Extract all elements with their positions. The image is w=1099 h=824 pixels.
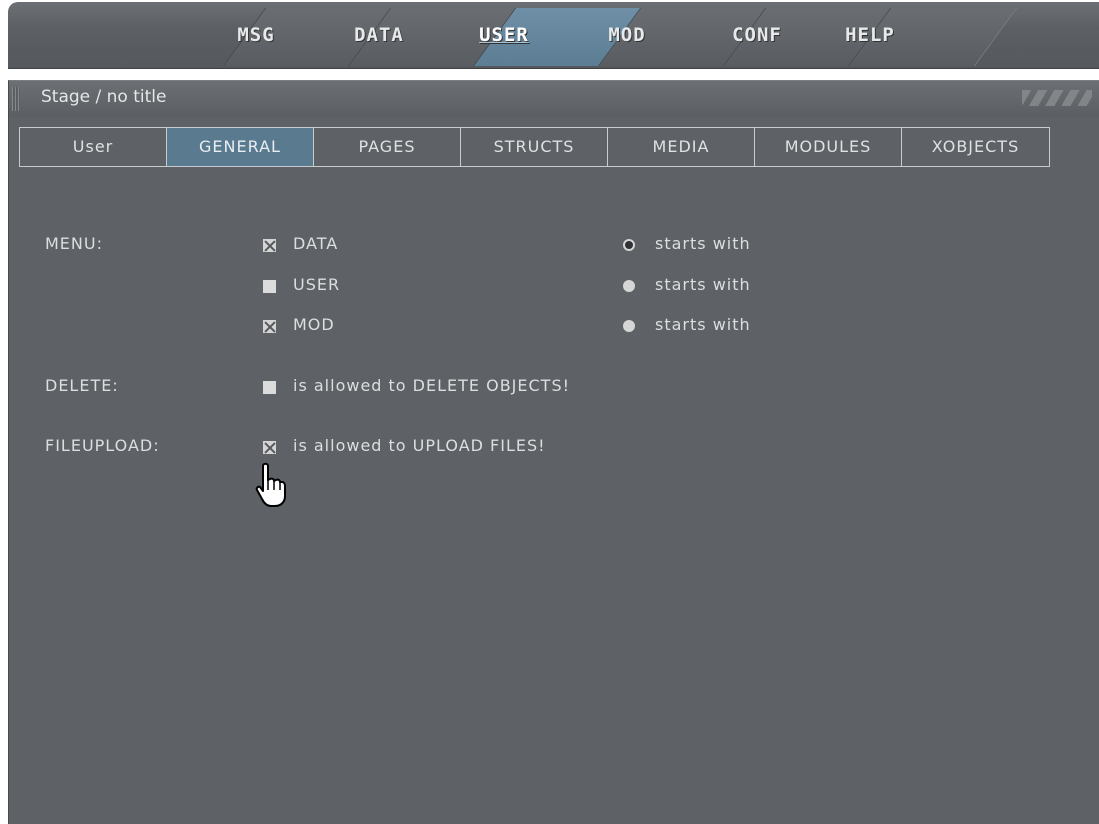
menu-data-checkbox[interactable] (263, 239, 276, 252)
stripes-decoration-icon (1022, 90, 1092, 106)
menu-mod-label: MOD (293, 315, 335, 334)
tab-general[interactable]: GENERAL (167, 128, 314, 166)
top-tab-msg[interactable]: MSG (201, 20, 311, 50)
stage-header: Stage / no title (9, 81, 1099, 117)
stage-panel: Stage / no title User GENERAL PAGES STRU… (8, 80, 1099, 824)
sub-tabs: User GENERAL PAGES STRUCTS MEDIA MODULES… (19, 127, 1050, 167)
top-tab-conf[interactable]: CONF (702, 20, 812, 50)
menu-mod-checkbox[interactable] (263, 320, 276, 333)
fileupload-checkbox[interactable] (263, 441, 276, 454)
tab-pages[interactable]: PAGES (314, 128, 461, 166)
menu-mod-radio[interactable] (623, 320, 635, 332)
menu-user-label: USER (293, 275, 341, 294)
tab-modules[interactable]: MODULES (755, 128, 902, 166)
delete-option-label: is allowed to DELETE OBJECTS! (293, 376, 571, 395)
menu-user-radio[interactable] (623, 280, 635, 292)
stage-title: Stage / no title (41, 87, 167, 107)
menu-data-label: DATA (293, 234, 339, 253)
menu-user-radio-label: starts with (655, 275, 751, 294)
fileupload-label: FILEUPLOAD: (45, 436, 160, 455)
fileupload-option-label: is allowed to UPLOAD FILES! (293, 436, 546, 455)
top-tab-mod[interactable]: MOD (572, 20, 682, 50)
menu-data-radio[interactable] (623, 239, 635, 251)
tab-xobjects[interactable]: XOBJECTS (902, 128, 1049, 166)
top-tab-data[interactable]: DATA (324, 20, 434, 50)
menu-data-radio-label: starts with (655, 234, 751, 253)
menu-label: MENU: (45, 234, 103, 253)
top-nav-bar: MSG DATA USER MOD CONF HELP (8, 2, 1099, 69)
menu-user-checkbox[interactable] (263, 280, 276, 293)
tab-user[interactable]: User (20, 128, 167, 166)
top-tab-help[interactable]: HELP (815, 20, 925, 50)
menu-mod-radio-label: starts with (655, 315, 751, 334)
delete-checkbox[interactable] (263, 381, 276, 394)
hand-pointer-icon (255, 462, 286, 507)
top-tab-user[interactable]: USER (449, 20, 559, 50)
delete-label: DELETE: (45, 376, 119, 395)
drag-handle-icon[interactable] (12, 87, 20, 111)
tab-structs[interactable]: STRUCTS (461, 128, 608, 166)
tab-media[interactable]: MEDIA (608, 128, 755, 166)
